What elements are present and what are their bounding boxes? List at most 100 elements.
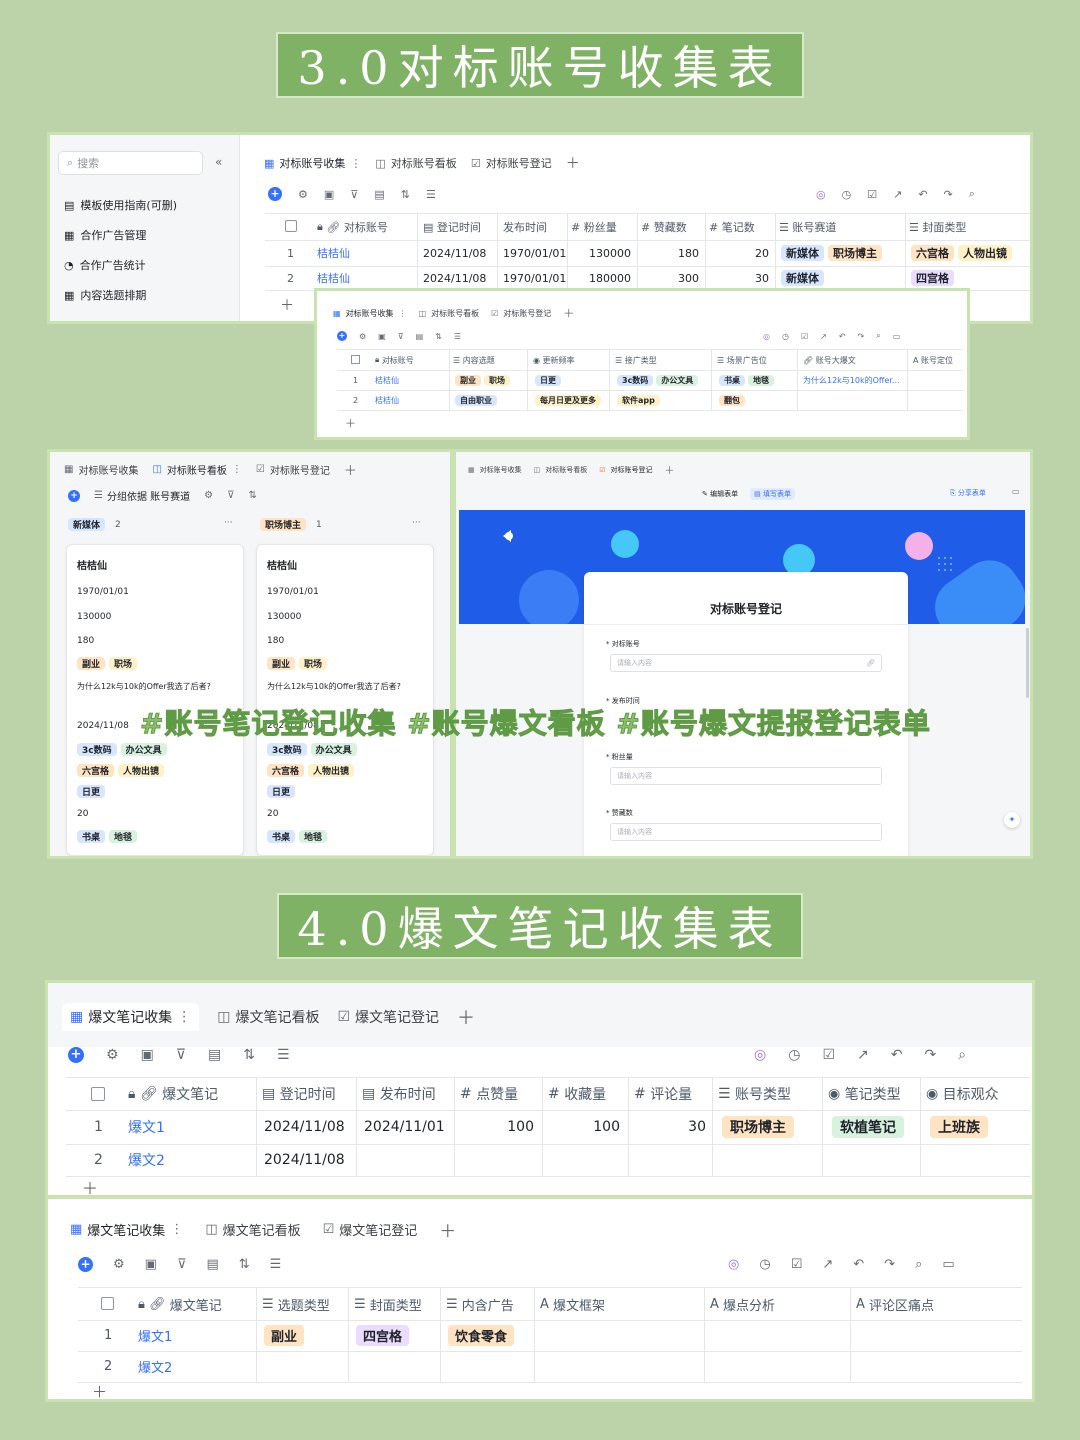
select-all-checkbox[interactable] xyxy=(285,220,297,232)
tab-notes-register[interactable]: ☑ 爆文笔记登记 xyxy=(337,1007,439,1027)
cell-likes[interactable]: 300 xyxy=(641,266,699,290)
header-comments[interactable]: # 评论量 xyxy=(634,1078,692,1110)
select-all-checkbox[interactable] xyxy=(101,1297,114,1310)
field-config-icon[interactable]: ▣ xyxy=(378,332,386,341)
ai-icon[interactable]: ◎ xyxy=(763,332,770,341)
header-note-type[interactable]: ◉ 笔记类型 xyxy=(828,1078,901,1110)
tab-account-collect[interactable]: ▦ 对标账号收集 xyxy=(64,462,138,477)
filter-icon[interactable]: ⊽ xyxy=(398,332,404,341)
add-view-icon[interactable]: ＋ xyxy=(566,153,580,173)
ai-icon[interactable]: ◎ xyxy=(728,1257,739,1272)
undo-icon[interactable]: ↶ xyxy=(853,1257,864,1272)
cell-topic-type[interactable]: 副业 xyxy=(264,1320,305,1351)
group-icon[interactable]: ▤ xyxy=(374,188,384,201)
cell-note[interactable]: 爆文1 xyxy=(128,1110,165,1144)
check-icon[interactable]: ☑ xyxy=(822,1047,835,1063)
cell-likes[interactable]: 180 xyxy=(641,240,699,266)
cell-fans[interactable]: 130000 xyxy=(571,240,631,266)
redo-icon[interactable]: ↷ xyxy=(858,332,865,341)
settings-icon[interactable]: ⚙ xyxy=(298,188,308,201)
field-config-icon[interactable]: ▣ xyxy=(145,1257,157,1272)
cell-pub-time[interactable]: 1970/01/01 xyxy=(503,266,566,290)
cell-account[interactable]: 桔桔仙 xyxy=(375,390,399,410)
sidebar-item-ad-manage[interactable]: ▦ 合作广告管理 xyxy=(64,227,146,243)
tab-account-register[interactable]: ☑ 对标账号登记 xyxy=(491,308,551,319)
cell-topic[interactable]: 自由职业 xyxy=(455,390,497,410)
redo-icon[interactable]: ↷ xyxy=(924,1047,936,1063)
tab-notes-collect[interactable]: ▦ 爆文笔记收集 ⋮ xyxy=(70,1220,183,1239)
cell-notes[interactable]: 30 xyxy=(709,266,769,290)
kanban-card[interactable]: 桔桔仙 1970/01/01 130000 180 副业 职场 为什么12k与10… xyxy=(256,544,434,856)
share-icon[interactable]: ↗ xyxy=(857,1047,869,1063)
share-form-button[interactable]: ⎘ 分享表单 xyxy=(950,488,986,498)
sort-icon[interactable]: ⇅ xyxy=(239,1257,250,1272)
field-likes-input[interactable]: 请输入内容 xyxy=(610,823,882,841)
tab-notes-collect[interactable]: ▦ 爆文笔记收集 ⋮ xyxy=(62,1003,200,1031)
redo-icon[interactable]: ↷ xyxy=(944,188,953,201)
header-notes[interactable]: # 笔记数 xyxy=(709,214,773,240)
tab-account-board[interactable]: ◫ 对标账号看板 xyxy=(375,155,456,171)
cell-frequency[interactable]: 日更 xyxy=(535,370,561,390)
cell-favorites[interactable]: 100 xyxy=(548,1110,620,1144)
cell-ad-type[interactable]: 3c数码 办公文具 xyxy=(617,370,699,390)
history-icon[interactable]: ◷ xyxy=(842,188,852,201)
fill-form-button[interactable]: ▤ 填写表单 xyxy=(750,488,795,500)
header-track[interactable]: ☰ 账号赛道 xyxy=(779,214,903,240)
header-account[interactable]: 🔒︎ 🔗︎ 对标账号 xyxy=(317,214,415,240)
add-view-icon[interactable]: ＋ xyxy=(344,460,357,479)
tab-account-board[interactable]: ◫ 对标账号看板 ⋮ xyxy=(152,462,241,477)
cell-scene[interactable]: 翻包 xyxy=(719,390,745,410)
tab-account-register[interactable]: ☑ 对标账号登记 xyxy=(471,155,552,171)
ai-icon[interactable]: ◎ xyxy=(754,1047,766,1063)
select-all-checkbox[interactable] xyxy=(91,1087,105,1101)
add-row-icon[interactable]: ＋ xyxy=(92,1385,107,1400)
add-record-icon[interactable]: + xyxy=(68,1047,84,1063)
comment-icon[interactable]: ▭ xyxy=(942,1257,954,1272)
group-icon[interactable]: ▤ xyxy=(208,1047,221,1063)
search-input[interactable]: ⌕ 搜索 xyxy=(58,151,203,175)
cell-note[interactable]: 爆文2 xyxy=(138,1351,172,1382)
kanban-column-header[interactable]: 新媒体 2 xyxy=(68,518,121,531)
check-icon[interactable]: ☑ xyxy=(867,188,877,201)
header-likes[interactable]: # 点赞量 xyxy=(460,1078,518,1110)
tab-notes-register[interactable]: ☑ 爆文笔记登记 xyxy=(323,1220,418,1239)
cell-topic[interactable]: 副业 职场 xyxy=(455,370,510,390)
expand-icon[interactable]: ▭ xyxy=(1012,487,1020,496)
sort-icon[interactable]: ⇅ xyxy=(401,188,410,201)
cell-pub-time[interactable]: 1970/01/01 xyxy=(503,240,566,266)
header-ad-type[interactable]: ☰ 接广类型 xyxy=(615,350,657,370)
search-view-icon[interactable]: ⌕ xyxy=(969,187,975,201)
history-icon[interactable]: ◷ xyxy=(759,1257,770,1272)
row-height-icon[interactable]: ☰ xyxy=(426,188,436,201)
header-hook-analysis[interactable]: A 爆点分析 xyxy=(710,1288,775,1320)
header-topic[interactable]: ☰ 内容选题 xyxy=(453,350,495,370)
check-icon[interactable]: ☑ xyxy=(801,332,808,341)
cell-hit-post[interactable]: 为什么12k与10k的Offer... xyxy=(803,370,905,390)
history-icon[interactable]: ◷ xyxy=(788,1047,800,1063)
assistant-icon[interactable]: ✦ xyxy=(1004,812,1020,828)
filter-icon[interactable]: ⊽ xyxy=(350,188,358,201)
cell-account[interactable]: 桔桔仙 xyxy=(317,266,350,290)
cell-note[interactable]: 爆文2 xyxy=(128,1144,165,1176)
comment-icon[interactable]: ▭ xyxy=(893,332,901,341)
cell-note-type[interactable]: 软植笔记 xyxy=(832,1110,904,1144)
undo-icon[interactable]: ↶ xyxy=(891,1047,903,1063)
cell-fans[interactable]: 180000 xyxy=(571,266,631,290)
field-fans-input[interactable]: 请输入内容 xyxy=(610,767,882,785)
cell-frequency[interactable]: 每月日更及更多 xyxy=(535,390,601,410)
header-fans[interactable]: # 粉丝量 xyxy=(571,214,635,240)
field-config-icon[interactable]: ▣ xyxy=(324,188,334,201)
header-account-type[interactable]: ☰ 账号类型 xyxy=(718,1078,791,1110)
add-record-icon[interactable]: + xyxy=(268,187,282,201)
header-pub-time[interactable]: 发布时间 xyxy=(503,214,565,240)
field-config-icon[interactable]: ▣ xyxy=(141,1047,154,1063)
tab-account-register[interactable]: ☑ 对标账号登记 xyxy=(256,462,330,477)
search-view-icon[interactable]: ⌕ xyxy=(915,1257,922,1272)
tab-account-collect[interactable]: ▦ 对标账号收集 xyxy=(468,465,522,475)
more-icon[interactable]: ⋮ xyxy=(399,309,407,318)
add-record-icon[interactable]: + xyxy=(337,331,347,341)
cell-pub-time[interactable]: 2024/11/01 xyxy=(364,1110,445,1144)
settings-icon[interactable]: ⚙ xyxy=(204,490,213,501)
more-icon[interactable]: ⋮ xyxy=(177,1009,191,1025)
header-cover-type[interactable]: ☰ 封面类型 xyxy=(354,1288,422,1320)
